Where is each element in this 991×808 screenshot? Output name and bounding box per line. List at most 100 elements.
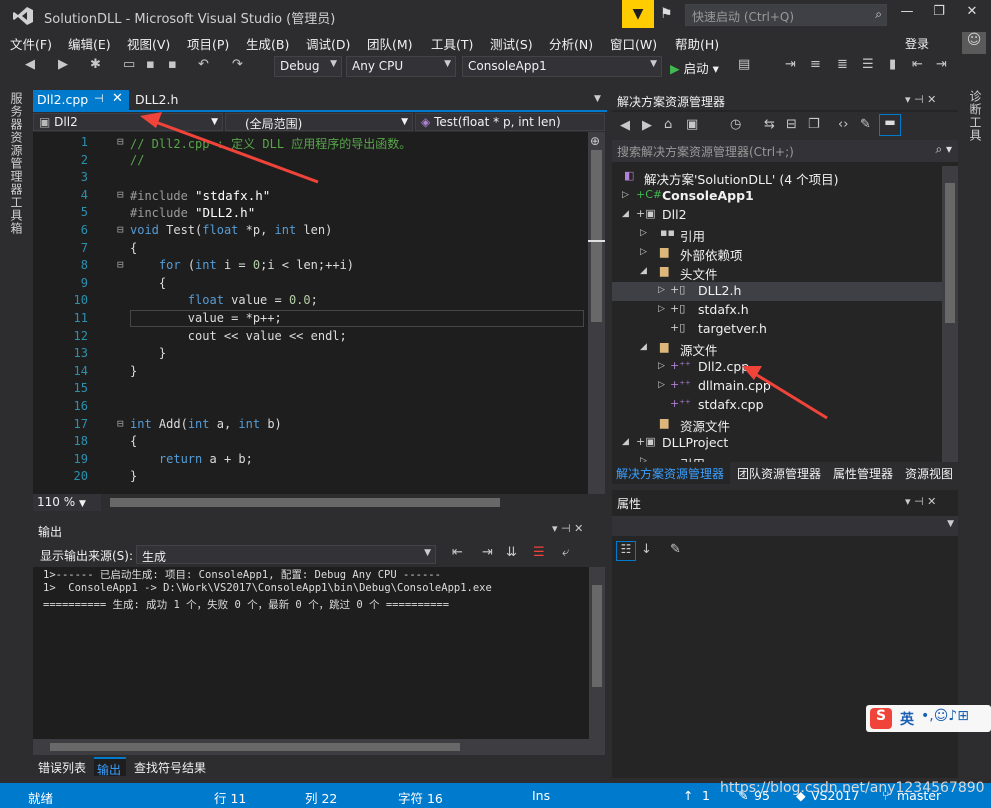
find-message-icon[interactable]: ⇊ bbox=[506, 545, 517, 560]
pin-icon[interactable]: ⊣ bbox=[94, 92, 104, 105]
ime-mode-label[interactable]: 英 bbox=[900, 709, 914, 729]
tree-item-consoleapp1[interactable]: ▷ +C# ConsoleApp1 bbox=[612, 187, 942, 206]
menu-debug[interactable]: 调试(D) bbox=[306, 34, 350, 53]
ime-icons[interactable]: •,☺♪⊞ bbox=[921, 708, 969, 724]
expand-arrow-icon[interactable]: ▷ bbox=[640, 247, 647, 257]
collapse-icon[interactable]: ⊟ bbox=[117, 188, 124, 201]
code-line[interactable]: } bbox=[130, 469, 137, 483]
feedback-icon[interactable]: ⚑ bbox=[660, 6, 673, 22]
collapse-icon[interactable]: ⊟ bbox=[117, 223, 124, 236]
code-line[interactable]: int Add(int a, int b) bbox=[130, 417, 282, 431]
tab-solution-explorer[interactable]: 解决方案资源管理器 bbox=[612, 462, 730, 484]
tree-item-dllproject[interactable]: ◢ +▣ DLLProject bbox=[612, 434, 942, 453]
tab-dll2-cpp[interactable]: Dll2.cpp ⊣ ✕ bbox=[33, 90, 129, 110]
code-line[interactable]: { bbox=[130, 241, 137, 255]
zoom-select[interactable]: 110 % ▼ bbox=[33, 494, 101, 511]
panel-menu-icon[interactable]: ▾ ⊣ ✕ bbox=[905, 495, 936, 508]
code-line[interactable]: { bbox=[130, 276, 166, 290]
close-icon[interactable]: ✕ bbox=[112, 91, 123, 106]
collapse-all-icon[interactable]: ⊟ bbox=[786, 117, 797, 132]
switch-views-icon[interactable]: ▣ bbox=[686, 117, 698, 132]
collapse-arrow-icon[interactable]: ◢ bbox=[640, 342, 647, 352]
back-icon[interactable]: ◀ bbox=[25, 57, 35, 72]
tab-team-explorer[interactable]: 团队资源管理器 bbox=[737, 465, 821, 482]
server-explorer-tab[interactable]: 服务器资源管理器 bbox=[8, 92, 25, 196]
forward-icon[interactable]: ▶ bbox=[642, 118, 652, 133]
code-line[interactable]: } bbox=[130, 346, 166, 360]
code-line[interactable]: // bbox=[130, 153, 144, 167]
properties-object-select[interactable]: ▼ bbox=[612, 516, 958, 536]
output-hscroll-thumb[interactable] bbox=[50, 743, 460, 751]
solution-search-input[interactable]: 搜索解决方案资源管理器(Ctrl+;) ⌕ ▾ bbox=[612, 140, 958, 162]
code-line[interactable]: // Dll2.cpp : 定义 DLL 应用程序的导出函数。 bbox=[130, 135, 411, 152]
tab-output[interactable]: 输出 bbox=[94, 757, 126, 777]
property-pages-icon[interactable]: ✎ bbox=[670, 542, 681, 557]
code-line[interactable]: cout << value << endl; bbox=[130, 329, 347, 343]
uncomment-icon[interactable]: ☰ bbox=[862, 57, 874, 72]
maximize-button[interactable]: ❐ bbox=[925, 4, 953, 24]
menu-help[interactable]: 帮助(H) bbox=[675, 34, 719, 53]
quick-launch-input[interactable]: 快速启动 (Ctrl+Q) ⌕ bbox=[685, 4, 887, 26]
expand-arrow-icon[interactable]: ▷ bbox=[658, 285, 665, 295]
tree-item-source-files[interactable]: ◢ ▆ 源文件 bbox=[612, 339, 942, 358]
status-unpushed-count[interactable]: 1 bbox=[702, 788, 710, 803]
close-button[interactable]: ✕ bbox=[958, 4, 986, 24]
open-folder-icon[interactable]: ▭ bbox=[123, 57, 135, 72]
tab-error-list[interactable]: 错误列表 bbox=[38, 759, 86, 776]
word-wrap-icon[interactable]: ⤶ bbox=[562, 545, 569, 560]
tree-item-resource-files[interactable]: ▆ 资源文件 bbox=[612, 415, 942, 434]
menu-tools[interactable]: 工具(T) bbox=[431, 34, 473, 53]
tree-item-solution[interactable]: ◧ 解决方案'SolutionDLL' (4 个项目) bbox=[612, 168, 942, 187]
menu-test[interactable]: 测试(S) bbox=[490, 34, 533, 53]
scope-nav-select[interactable]: (全局范围) ▼ bbox=[225, 113, 413, 131]
platform-select[interactable]: Any CPU ▼ bbox=[346, 56, 456, 77]
tree-item-dll2-cpp[interactable]: ▷ +⁺⁺ Dll2.cpp bbox=[612, 358, 942, 377]
collapse-icon[interactable]: ⊟ bbox=[117, 258, 124, 271]
forward-icon[interactable]: ▶ bbox=[58, 57, 68, 72]
tab-resource-view[interactable]: 资源视图 bbox=[905, 465, 953, 482]
collapse-arrow-icon[interactable]: ◢ bbox=[622, 209, 629, 219]
member-nav-select[interactable]: ◈ Test(float * p, int len) bbox=[415, 113, 605, 131]
tree-item-references[interactable]: ▷ ▪▪ 引用 bbox=[612, 225, 942, 244]
minimize-button[interactable]: — bbox=[893, 4, 921, 24]
redo-icon[interactable]: ↷ bbox=[232, 57, 243, 72]
bookmark-prev-icon[interactable]: ⇤ bbox=[912, 57, 923, 72]
clear-all-icon[interactable]: ☰ bbox=[533, 545, 545, 560]
start-button[interactable]: ▶ 启动 ▾ bbox=[670, 58, 719, 77]
alphabetical-icon[interactable]: ↓ bbox=[641, 542, 652, 557]
home-icon[interactable]: ⌂ bbox=[664, 117, 672, 132]
tab-dll2-h[interactable]: DLL2.h bbox=[135, 92, 178, 107]
categorized-icon[interactable]: ☷ bbox=[616, 541, 636, 561]
code-line[interactable]: #include "stdafx.h" bbox=[130, 188, 270, 203]
output-scroll-thumb[interactable] bbox=[592, 585, 602, 687]
project-nav-select[interactable]: ▣ Dll2 ▼ bbox=[33, 113, 223, 131]
menu-project[interactable]: 项目(P) bbox=[187, 34, 229, 53]
back-icon[interactable]: ◀ bbox=[620, 118, 630, 133]
menu-edit[interactable]: 编辑(E) bbox=[68, 34, 111, 53]
collapse-arrow-icon[interactable]: ◢ bbox=[622, 437, 629, 447]
panel-menu-icon[interactable]: ▾ ⊣ ✕ bbox=[905, 93, 936, 106]
collapse-arrow-icon[interactable]: ◢ bbox=[640, 266, 647, 276]
panel-menu-icon[interactable]: ▾ ⊣ ✕ bbox=[552, 522, 583, 535]
preview-icon[interactable]: ▬ bbox=[879, 114, 901, 136]
code-line[interactable]: float value = 0.0; bbox=[130, 293, 318, 307]
tree-item-stdafx-h[interactable]: ▷ +▯ stdafx.h bbox=[612, 301, 942, 320]
show-all-files-icon[interactable]: ❐ bbox=[808, 117, 820, 132]
startup-project-select[interactable]: ConsoleApp1 ▼ bbox=[462, 56, 662, 77]
step-icon[interactable]: ⇥ bbox=[785, 57, 796, 72]
editor-hscroll-thumb[interactable] bbox=[110, 498, 500, 507]
tree-item-references-2[interactable]: ▷引用 bbox=[612, 453, 942, 462]
bookmark-icon[interactable]: ▮ bbox=[889, 57, 896, 72]
expand-arrow-icon[interactable]: ▷ bbox=[658, 304, 665, 314]
code-line[interactable]: { bbox=[130, 434, 137, 448]
undo-icon[interactable]: ↶ bbox=[198, 57, 209, 72]
tree-item-header-files[interactable]: ◢ ▆ 头文件 bbox=[612, 263, 942, 282]
code-line[interactable]: return a + b; bbox=[130, 452, 253, 466]
avatar[interactable]: ☺ bbox=[962, 32, 986, 54]
collapse-icon[interactable]: ⊟ bbox=[117, 417, 124, 430]
bookmark-next-icon[interactable]: ⇥ bbox=[936, 57, 947, 72]
menu-window[interactable]: 窗口(W) bbox=[610, 34, 657, 53]
find-icon[interactable]: ▤ bbox=[738, 57, 750, 72]
expand-arrow-icon[interactable]: ▷ bbox=[658, 361, 665, 371]
menu-analyze[interactable]: 分析(N) bbox=[549, 34, 593, 53]
